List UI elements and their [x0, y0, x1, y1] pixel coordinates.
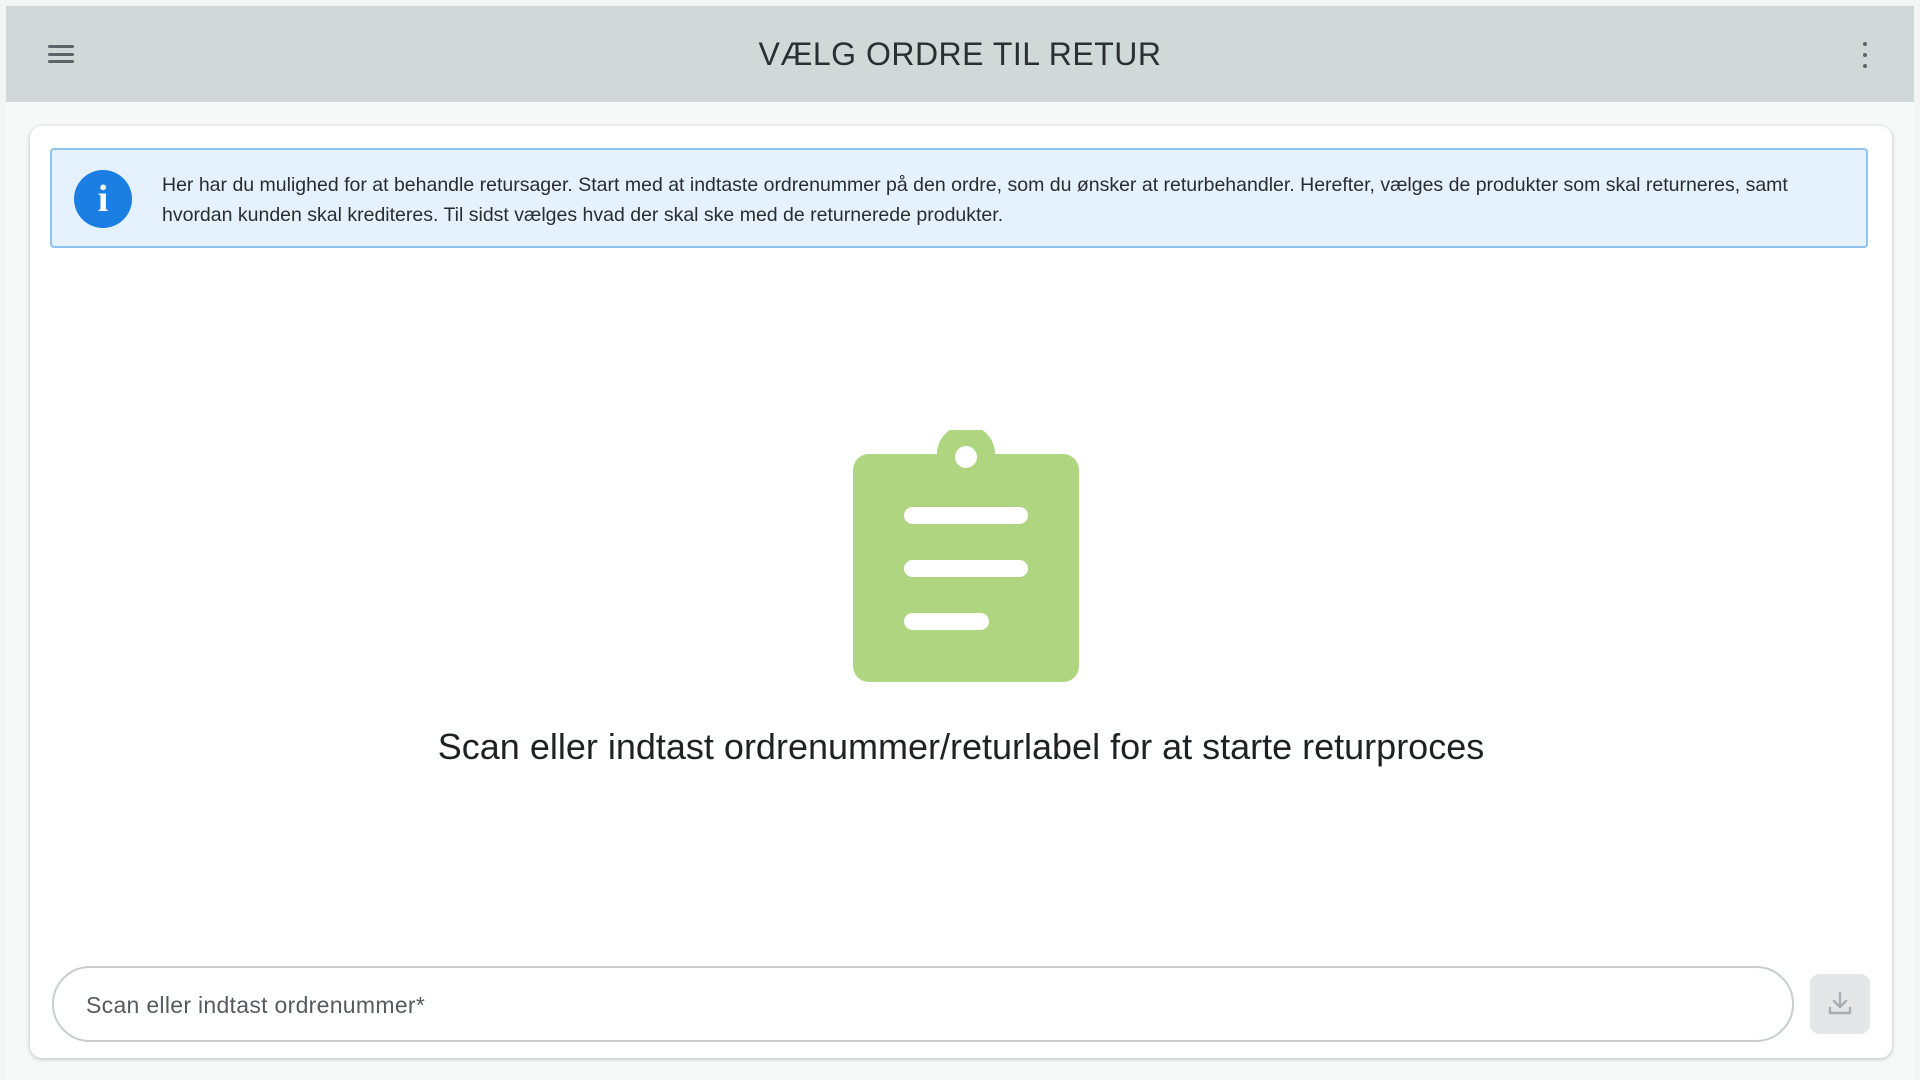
hamburger-menu-icon[interactable] — [46, 40, 76, 68]
info-icon: i — [74, 170, 132, 228]
menu-line — [48, 60, 74, 63]
kebab-dot — [1863, 64, 1867, 68]
download-icon — [1828, 991, 1852, 1015]
empty-state: Scan eller indtast ordrenummer/returlabe… — [30, 426, 1892, 826]
clipboard-line-1 — [904, 507, 1028, 524]
info-alert-text: Her har du mulighed for at behandle retu… — [162, 174, 1788, 226]
clipboard-icon — [853, 430, 1079, 682]
kebab-more-icon[interactable] — [1860, 42, 1870, 68]
app-window: VÆLG ORDRE TIL RETUR i Her har du muligh… — [6, 6, 1914, 1080]
clipboard-line-2 — [904, 560, 1028, 577]
info-alert: i Her har du mulighed for at behandle re… — [50, 148, 1868, 248]
order-number-field — [52, 966, 1794, 1042]
menu-line — [48, 52, 74, 56]
top-app-bar: VÆLG ORDRE TIL RETUR — [6, 6, 1914, 102]
main-card: i Her har du mulighed for at behandle re… — [30, 126, 1892, 1058]
kebab-dot — [1863, 42, 1867, 46]
clipboard-clip-hole — [955, 446, 977, 468]
clipboard-line-3 — [904, 613, 989, 630]
empty-state-message: Scan eller indtast ordrenummer/returlabe… — [437, 726, 1485, 767]
menu-line — [48, 45, 74, 48]
submit-order-button[interactable] — [1810, 974, 1870, 1034]
page-title: VÆLG ORDRE TIL RETUR — [758, 35, 1162, 72]
order-number-input[interactable] — [84, 968, 1768, 1042]
kebab-dot — [1863, 53, 1867, 57]
